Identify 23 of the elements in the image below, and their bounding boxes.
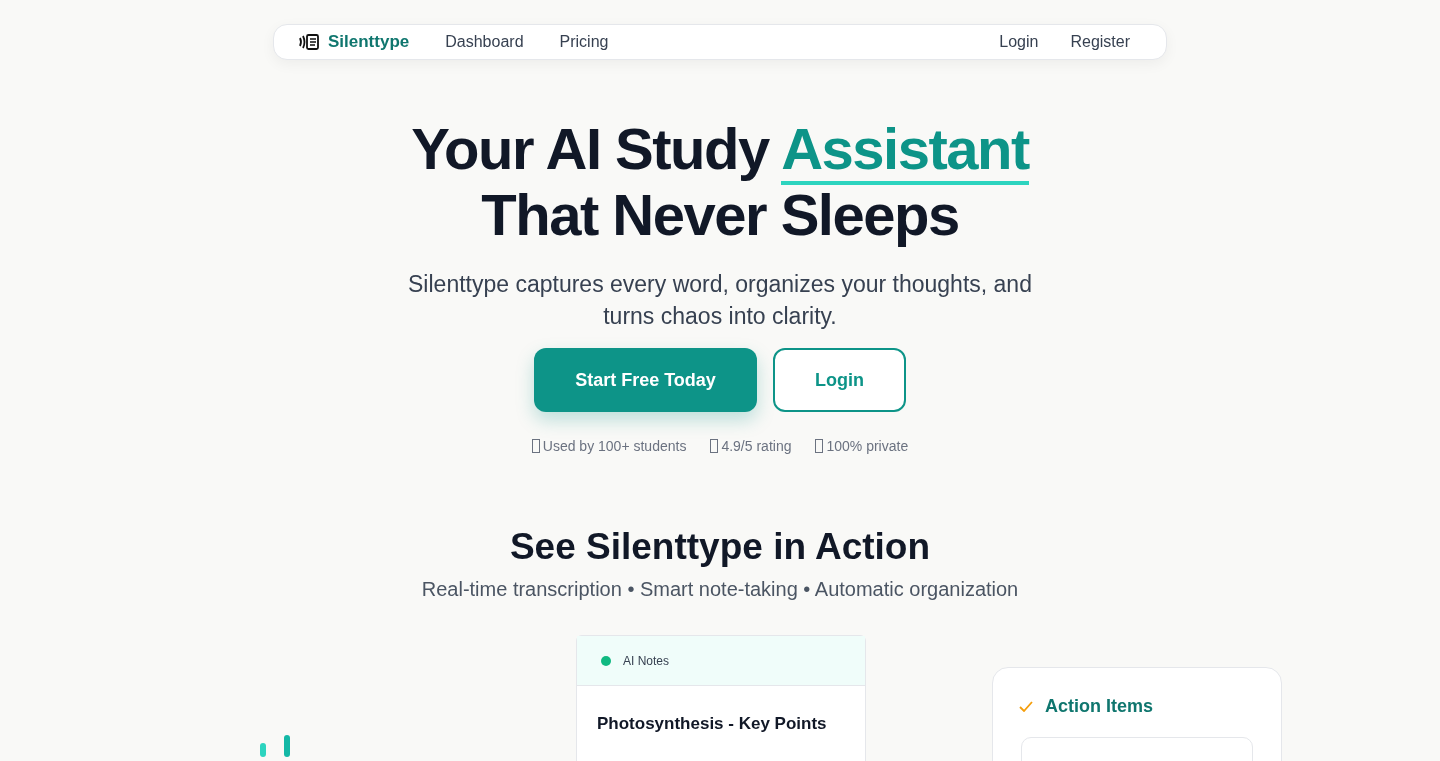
logo-icon — [298, 33, 320, 51]
card-label: AI Notes — [623, 653, 670, 668]
section-title: See Silenttype in Action — [509, 526, 931, 568]
hero-headline: Your AI Study Assistant That Never Sleeps — [411, 116, 1029, 248]
hero-subtitle: Silenttype captures every word, organizes your thoughts, and turns chaos into clarity. — [407, 270, 1033, 331]
brand-logo-link[interactable]: Silenttype — [298, 32, 410, 52]
missing-glyph-icon — [815, 439, 824, 453]
notes-heading: Photosynthesis - Key Points — [596, 713, 828, 734]
stat-text: 4.9/5 rating — [721, 438, 792, 454]
login-button[interactable]: Login — [773, 348, 906, 412]
action-items-heading: Action Items — [1045, 696, 1154, 717]
nav-link[interactable]: Login — [999, 33, 1039, 51]
nav-link[interactable]: Dashboard — [445, 33, 524, 51]
start-button[interactable]: Start Free Today — [534, 348, 757, 412]
missing-glyph-icon — [710, 439, 719, 453]
stat-text: Used by 100+ students — [542, 438, 687, 454]
missing-glyph-icon — [531, 439, 540, 453]
stat-text: 100% private — [826, 438, 909, 454]
nav-link[interactable]: Register — [1070, 33, 1130, 51]
check-icon — [1019, 701, 1033, 712]
brand-name: Silenttype — [328, 32, 410, 52]
nav-link[interactable]: Pricing — [559, 33, 609, 51]
section-subtitle: Real-time transcription • Smart note-taking • Automatic organization — [421, 578, 1019, 601]
